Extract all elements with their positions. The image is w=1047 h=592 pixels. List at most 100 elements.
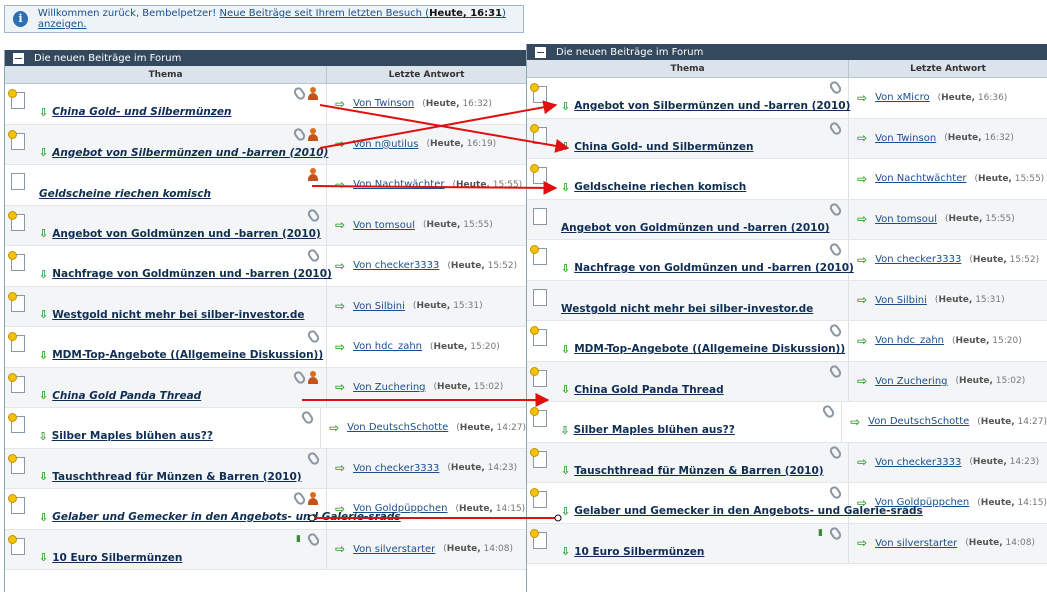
goto-first-unread-icon[interactable]: ⇩	[561, 505, 570, 518]
new-star-icon	[530, 123, 539, 133]
last-reply-day: Heute,	[955, 335, 990, 346]
topic-title-link[interactable]: Gelaber und Gemecker in den Angebots- un…	[52, 511, 400, 523]
goto-first-unread-icon[interactable]: ⇩	[38, 430, 47, 443]
goto-last-post-icon[interactable]: ⇨	[335, 97, 345, 111]
goto-last-post-icon[interactable]: ⇨	[857, 212, 867, 226]
last-reply-author-link[interactable]: Von Twinson	[353, 98, 414, 109]
topic-title-link[interactable]: 10 Euro Silbermünzen	[574, 546, 704, 558]
goto-last-post-icon[interactable]: ⇨	[329, 421, 339, 435]
last-reply-cell: ⇨ Von Twinson (Heute, 16:32)	[327, 84, 526, 124]
goto-last-post-icon[interactable]: ⇨	[857, 131, 867, 145]
topic-cell: ⇩ Nachfrage von Goldmünzen und -barren (2…	[555, 240, 854, 280]
topic-title-link[interactable]: Gelaber und Gemecker in den Angebots- un…	[574, 505, 923, 517]
last-reply-author-link[interactable]: Von Zuchering	[353, 382, 425, 393]
last-reply-author-link[interactable]: Von silverstarter	[875, 538, 957, 549]
goto-first-unread-icon[interactable]: ⇩	[561, 181, 570, 194]
goto-last-post-icon[interactable]: ⇨	[335, 137, 345, 151]
goto-last-post-icon[interactable]: ⇨	[857, 91, 867, 105]
goto-last-post-icon[interactable]: ⇨	[335, 461, 345, 475]
topic-title-link[interactable]: 10 Euro Silbermünzen	[52, 552, 182, 564]
last-reply-author-link[interactable]: Von hdc_zahn	[353, 341, 422, 352]
last-reply-author-link[interactable]: Von checker3333	[875, 254, 961, 265]
goto-last-post-icon[interactable]: ⇨	[850, 415, 860, 429]
goto-first-unread-icon[interactable]: ⇩	[39, 268, 48, 281]
topic-title-link[interactable]: Nachfrage von Goldmünzen und -barren (20…	[52, 268, 332, 280]
goto-last-post-icon[interactable]: ⇨	[335, 340, 345, 354]
topic-title-link[interactable]: Tauschthread für Münzen & Barren (2010)	[52, 471, 301, 483]
attachment-icon	[828, 120, 843, 136]
topic-title-link[interactable]: Silber Maples blühen aus??	[574, 424, 735, 436]
topic-title-link[interactable]: Geldscheine riechen komisch	[574, 181, 746, 193]
last-reply-author-link[interactable]: Von Twinson	[875, 133, 936, 144]
last-reply-author-link[interactable]: Von Nachtwächter	[875, 173, 966, 184]
last-reply-author-link[interactable]: Von tomsoul	[875, 214, 937, 225]
topic-title-link[interactable]: MDM-Top-Angebote ((Allgemeine Diskussion…	[52, 349, 323, 361]
topic-title-link[interactable]: China Gold Panda Thread	[52, 390, 201, 402]
goto-first-unread-icon[interactable]: ⇩	[39, 551, 48, 564]
topic-title-link[interactable]: Nachfrage von Goldmünzen und -barren (20…	[574, 262, 854, 274]
last-reply-author-link[interactable]: Von checker3333	[353, 463, 439, 474]
goto-first-unread-icon[interactable]: ⇩	[561, 262, 570, 275]
goto-last-post-icon[interactable]: ⇨	[857, 172, 867, 186]
goto-first-unread-icon[interactable]: ⇩	[39, 470, 48, 483]
goto-last-post-icon[interactable]: ⇨	[857, 334, 867, 348]
goto-first-unread-icon[interactable]: ⇩	[39, 106, 48, 119]
topic-title-link[interactable]: Westgold nicht mehr bei silber-investor.…	[561, 303, 813, 315]
goto-first-unread-icon[interactable]: ⇩	[561, 343, 570, 356]
topic-title-link[interactable]: China Gold- und Silbermünzen	[574, 141, 753, 153]
topic-title-link[interactable]: China Gold- und Silbermünzen	[52, 106, 231, 118]
topic-title-link[interactable]: Angebot von Silbermünzen und -barren (20…	[574, 100, 850, 112]
goto-last-post-icon[interactable]: ⇨	[335, 259, 345, 273]
topic-title-link[interactable]: Geldscheine riechen komisch	[39, 188, 211, 200]
last-reply-author-link[interactable]: Von n@utilus	[353, 139, 418, 150]
topic-title-link[interactable]: Angebot von Goldmünzen und -barren (2010…	[561, 222, 830, 234]
last-reply-author-link[interactable]: Von tomsoul	[353, 220, 415, 231]
goto-first-unread-icon[interactable]: ⇩	[39, 511, 48, 524]
goto-last-post-icon[interactable]: ⇨	[335, 542, 345, 556]
goto-last-post-icon[interactable]: ⇨	[335, 218, 345, 232]
last-reply-clock: 16:36	[977, 92, 1004, 103]
goto-last-post-icon[interactable]: ⇨	[335, 380, 345, 394]
goto-first-unread-icon[interactable]: ⇩	[561, 545, 570, 558]
goto-last-post-icon[interactable]: ⇨	[857, 536, 867, 550]
goto-first-unread-icon[interactable]: ⇩	[560, 424, 569, 437]
topic-flags	[828, 201, 843, 217]
topic-title-link[interactable]: Silber Maples blühen aus??	[52, 430, 213, 442]
topic-title-link[interactable]: Tauschthread für Münzen & Barren (2010)	[574, 465, 823, 477]
last-reply-author-link[interactable]: Von checker3333	[875, 457, 961, 468]
goto-first-unread-icon[interactable]: ⇩	[39, 227, 48, 240]
goto-first-unread-icon[interactable]: ⇩	[561, 383, 570, 396]
last-reply-author-link[interactable]: Von Silbini	[875, 295, 927, 306]
collapse-icon[interactable]	[535, 46, 546, 58]
attachment-icon	[306, 328, 321, 345]
goto-first-unread-icon[interactable]: ⇩	[39, 389, 48, 402]
goto-last-post-icon[interactable]: ⇨	[335, 299, 345, 313]
topic-title-link[interactable]: China Gold Panda Thread	[574, 384, 723, 396]
new-star-icon	[8, 494, 17, 503]
goto-last-post-icon[interactable]: ⇨	[335, 178, 345, 192]
goto-first-unread-icon[interactable]: ⇩	[39, 308, 48, 321]
goto-last-post-icon[interactable]: ⇨	[857, 374, 867, 388]
goto-first-unread-icon[interactable]: ⇩	[561, 140, 570, 153]
last-reply-author-link[interactable]: Von DeutschSchotte	[868, 416, 969, 427]
collapse-icon[interactable]	[13, 52, 24, 64]
last-reply-author-link[interactable]: Von xMicro	[875, 92, 930, 103]
last-reply-author-link[interactable]: Von hdc_zahn	[875, 335, 944, 346]
last-reply-author-link[interactable]: Von Zuchering	[875, 376, 947, 387]
goto-first-unread-icon[interactable]: ⇩	[561, 100, 570, 113]
last-reply-author-link[interactable]: Von Nachtwächter	[353, 179, 444, 190]
goto-first-unread-icon[interactable]: ⇩	[561, 464, 570, 477]
last-reply-author-link[interactable]: Von checker3333	[353, 260, 439, 271]
topic-title-link[interactable]: Angebot von Goldmünzen und -barren (2010…	[52, 228, 321, 240]
goto-first-unread-icon[interactable]: ⇩	[39, 146, 48, 159]
last-reply-author-link[interactable]: Von Silbini	[353, 301, 405, 312]
topic-title-link[interactable]: MDM-Top-Angebote ((Allgemeine Diskussion…	[574, 343, 845, 355]
goto-last-post-icon[interactable]: ⇨	[857, 455, 867, 469]
goto-first-unread-icon[interactable]: ⇩	[39, 349, 48, 362]
last-reply-author-link[interactable]: Von silverstarter	[353, 544, 435, 555]
goto-last-post-icon[interactable]: ⇨	[857, 293, 867, 307]
goto-last-post-icon[interactable]: ⇨	[857, 253, 867, 267]
topic-title-link[interactable]: Angebot von Silbermünzen und -barren (20…	[52, 147, 328, 159]
last-reply-author-link[interactable]: Von DeutschSchotte	[347, 422, 448, 433]
topic-title-link[interactable]: Westgold nicht mehr bei silber-investor.…	[52, 309, 304, 321]
